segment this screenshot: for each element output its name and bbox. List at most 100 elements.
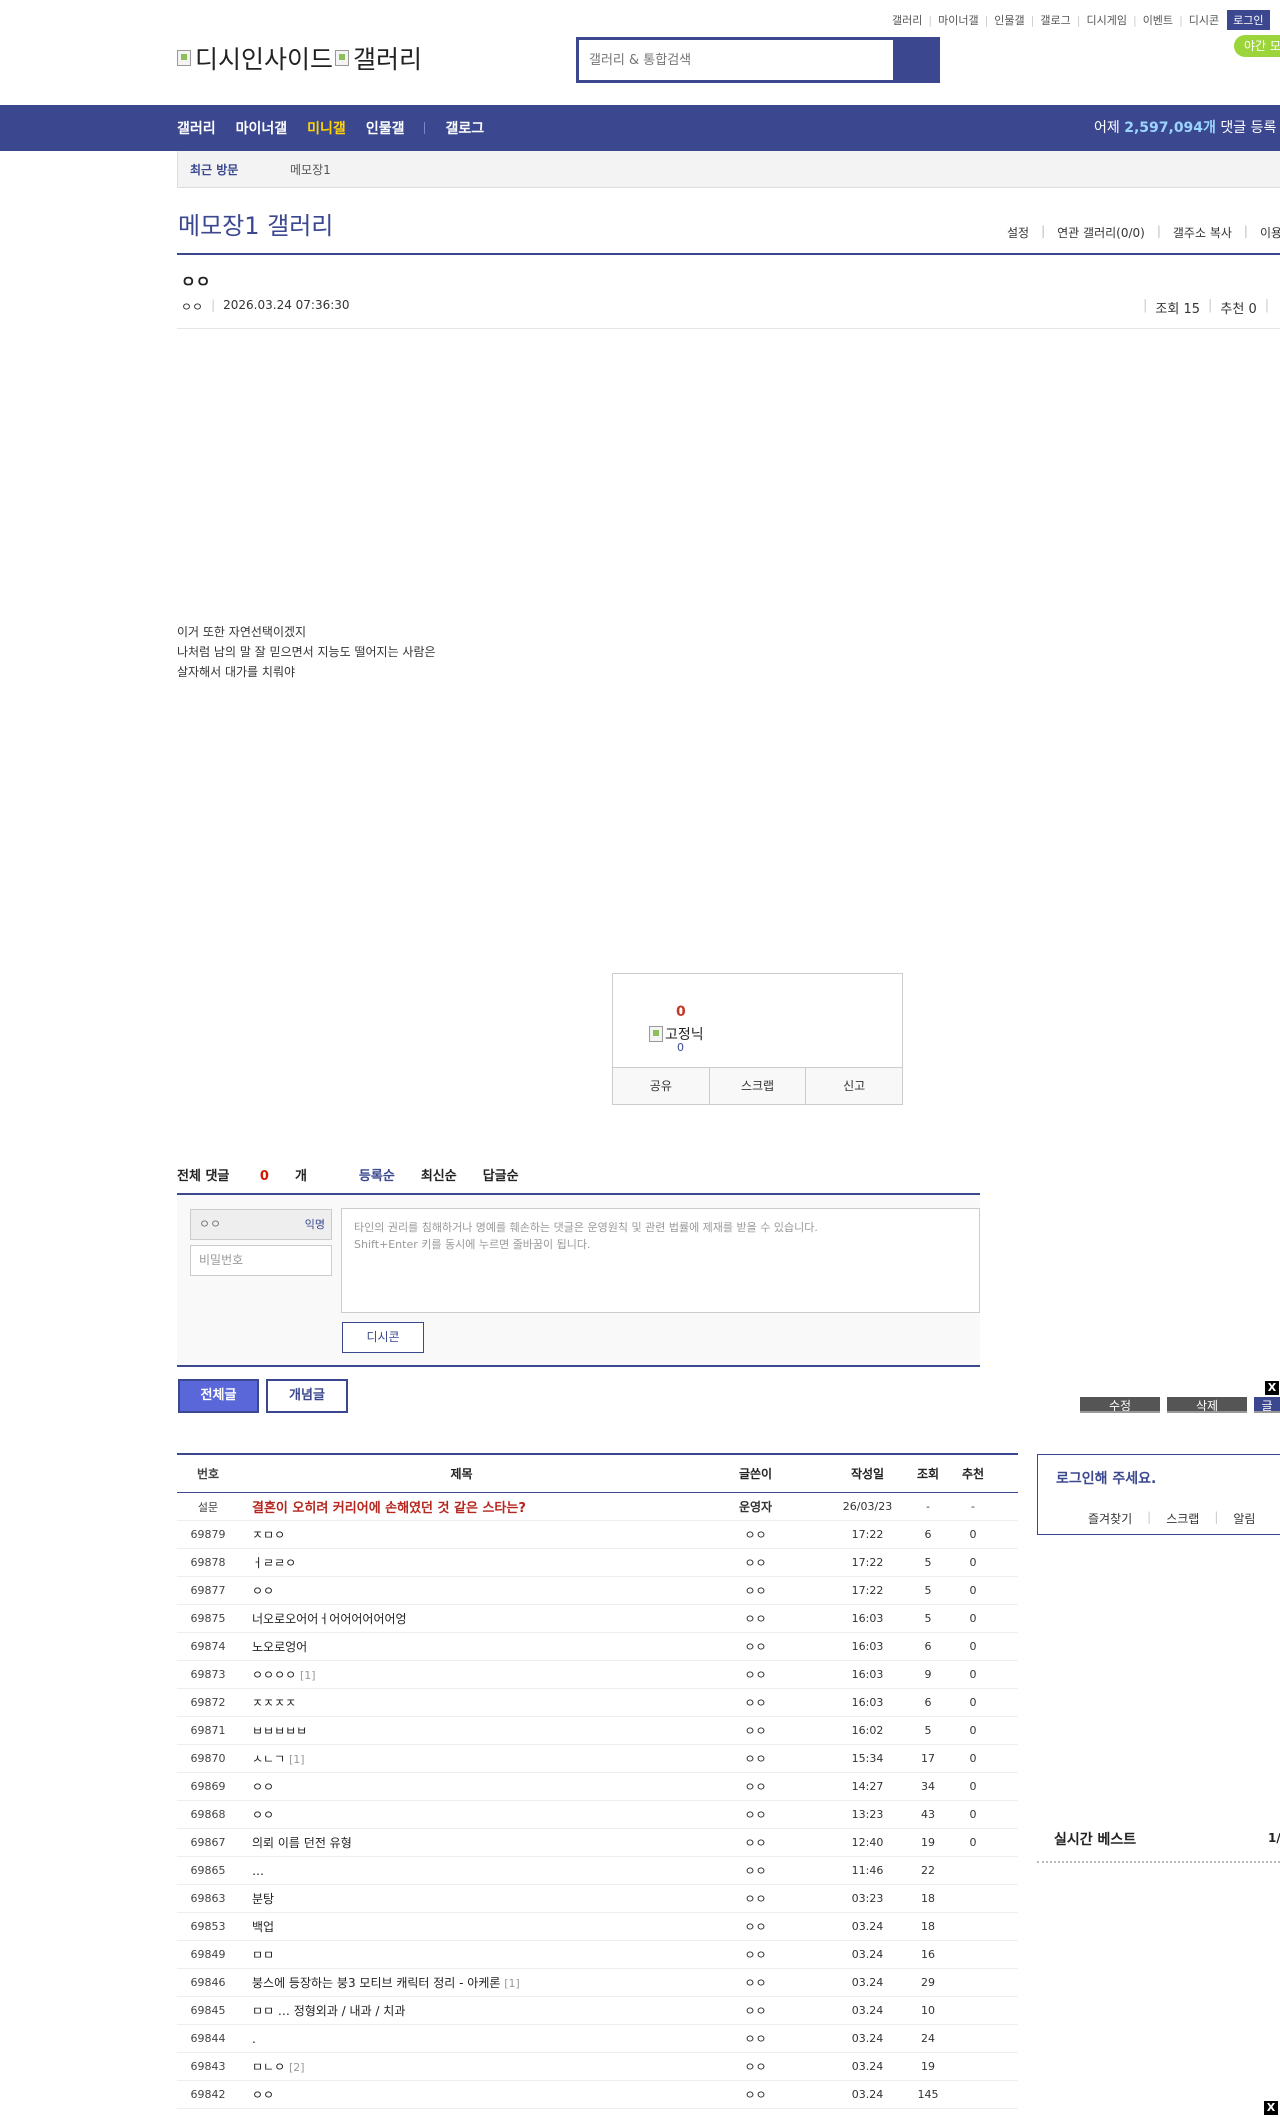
row-writer[interactable]: ㅇㅇ <box>684 1778 827 1795</box>
table-row[interactable]: 69877 ㅇㅇ ㅇㅇ 17:22 5 0 <box>177 1577 1018 1605</box>
delete-button[interactable]: 삭제 <box>1167 1397 1247 1413</box>
comment-password-field[interactable]: 비밀번호 <box>190 1245 332 1276</box>
row-writer[interactable]: ㅇㅇ <box>684 1834 827 1851</box>
row-subject[interactable]: 너오로오어어ㅓ어어어어어어엉 <box>239 1610 684 1627</box>
table-row[interactable]: 69870 ㅅㄴㄱ [1] ㅇㅇ 15:34 17 0 <box>177 1745 1018 1773</box>
row-subject[interactable]: ㅅㄴㄱ [1] <box>239 1750 684 1767</box>
row-writer[interactable]: ㅇㅇ <box>684 1666 827 1683</box>
comment-textarea[interactable]: 타인의 권리를 침해하거나 명예를 훼손하는 댓글은 운영원칙 및 관련 법률에… <box>341 1208 980 1313</box>
recent-visit-item[interactable]: 메모장1 <box>290 161 331 178</box>
notification-link[interactable]: 알림 <box>1233 1510 1255 1527</box>
table-row[interactable]: 69845 ㅁㅁ … 정형외과 / 내과 / 치과 ㅇㅇ 03.24 10 <box>177 1997 1018 2025</box>
related-galleries[interactable]: 연관 갤러리(0/0) <box>1057 224 1145 241</box>
row-writer[interactable]: ㅇㅇ <box>684 1862 827 1879</box>
site-logo[interactable]: 디시인사이드 갤러리 <box>177 40 422 76</box>
util-link-person[interactable]: 인물갤 <box>994 12 1024 28</box>
row-subject[interactable]: ㅇㅇㅇㅇ [1] <box>239 1666 684 1683</box>
util-link-dccon[interactable]: 디시콘 <box>1189 12 1219 28</box>
edit-button[interactable]: 수정 <box>1080 1397 1160 1413</box>
table-row[interactable]: 69871 ㅂㅂㅂㅂㅂ ㅇㅇ 16:02 5 0 <box>177 1717 1018 1745</box>
table-row[interactable]: 69878 ㅓㄹㄹㅇ ㅇㅇ 17:22 5 0 <box>177 1549 1018 1577</box>
favorites-link[interactable]: 즐겨찾기 <box>1088 1510 1132 1527</box>
row-subject[interactable]: ㅇㅇ <box>239 1806 684 1823</box>
row-subject[interactable]: ㅁㅁ <box>239 1946 684 1963</box>
post-author[interactable]: ㅇㅇ <box>181 298 203 315</box>
scrap-button[interactable]: 스크랩 <box>710 1068 807 1104</box>
search-button[interactable] <box>893 40 937 80</box>
util-link-gallery[interactable]: 갤러리 <box>892 12 922 28</box>
row-writer[interactable]: ㅇㅇ <box>684 1610 827 1627</box>
table-row[interactable]: 69843 ㅁㄴㅇ [2] ㅇㅇ 03.24 19 <box>177 2053 1018 2081</box>
table-row[interactable]: 69868 ㅇㅇ ㅇㅇ 13:23 43 0 <box>177 1801 1018 1829</box>
row-subject[interactable]: ㅓㄹㄹㅇ <box>239 1554 684 1571</box>
gallery-title[interactable]: 메모장1 갤러리 <box>178 206 333 241</box>
row-writer[interactable]: ㅇㅇ <box>684 1554 827 1571</box>
share-button[interactable]: 공유 <box>613 1068 710 1104</box>
recent-visit-label[interactable]: 최근 방문 <box>190 161 290 178</box>
row-writer[interactable]: ㅇㅇ <box>684 1526 827 1543</box>
util-link-event[interactable]: 이벤트 <box>1143 12 1173 28</box>
row-subject[interactable]: 의뢰 이름 던전 유형 <box>239 1834 684 1851</box>
sort-latest[interactable]: 최신순 <box>421 1165 457 1184</box>
gallery-settings[interactable]: 설정 <box>1007 224 1029 241</box>
row-subject[interactable]: ㅇㅇ <box>239 2086 684 2103</box>
close-icon[interactable]: X <box>1264 2101 1278 2115</box>
login-button[interactable]: 로그인 <box>1227 10 1270 30</box>
table-row[interactable]: 69853 백업 ㅇㅇ 03.24 18 <box>177 1913 1018 1941</box>
recommended-posts-button[interactable]: 개념글 <box>266 1379 348 1413</box>
gnb-item-mini[interactable]: 미니갤 <box>307 118 346 138</box>
search-input[interactable] <box>579 40 893 80</box>
gnb-item-person[interactable]: 인물갤 <box>366 118 405 138</box>
row-subject[interactable]: ㅈㅁㅇ <box>239 1526 684 1543</box>
table-row[interactable]: 69874 노오로엉어 ㅇㅇ 16:03 6 0 <box>177 1633 1018 1661</box>
sort-registered[interactable]: 등록순 <box>359 1165 395 1184</box>
util-link-gallog[interactable]: 갤로그 <box>1040 12 1070 28</box>
util-link-minor[interactable]: 마이너갤 <box>938 12 978 28</box>
table-row[interactable]: 69875 너오로오어어ㅓ어어어어어어엉 ㅇㅇ 16:03 5 0 <box>177 1605 1018 1633</box>
row-writer[interactable]: ㅇㅇ <box>684 2086 827 2103</box>
gallery-usage[interactable]: 이용 <box>1260 224 1280 241</box>
night-mode-toggle[interactable]: 야간 모 <box>1234 35 1280 57</box>
table-row[interactable]: 69842 ㅇㅇ ㅇㅇ 03.24 145 <box>177 2081 1018 2109</box>
notice-row[interactable]: 설문 결혼이 오히려 커리어에 손해였던 것 같은 스타는? 운영자 26/03… <box>177 1493 1018 1521</box>
row-subject[interactable]: ㅂㅂㅂㅂㅂ <box>239 1722 684 1739</box>
row-writer[interactable]: ㅇㅇ <box>684 2030 827 2047</box>
row-subject[interactable]: ㅇㅇ <box>239 1778 684 1795</box>
row-subject[interactable]: ㅁㄴㅇ [2] <box>239 2058 684 2075</box>
gnb-item-gallery[interactable]: 갤러리 <box>177 118 216 138</box>
row-subject[interactable]: . <box>239 2032 684 2046</box>
row-subject[interactable]: 노오로엉어 <box>239 1638 684 1655</box>
login-prompt[interactable]: 로그인해 주세요. <box>1056 1468 1156 1488</box>
dccon-button[interactable]: 디시콘 <box>342 1322 424 1353</box>
row-writer[interactable]: ㅇㅇ <box>684 1722 827 1739</box>
table-row[interactable]: 69865 … ㅇㅇ 11:46 22 <box>177 1857 1018 1885</box>
row-subject[interactable]: 백업 <box>239 1918 684 1935</box>
table-row[interactable]: 69846 붕스에 등장하는 붕3 모티브 캐릭터 정리 - 아케론 [1] ㅇㅇ 0… <box>177 1969 1018 1997</box>
table-row[interactable]: 69849 ㅁㅁ ㅇㅇ 03.24 16 <box>177 1941 1018 1969</box>
gnb-item-gallog[interactable]: 갤로그 <box>445 118 484 138</box>
row-writer[interactable]: ㅇㅇ <box>684 1890 827 1907</box>
row-writer[interactable]: ㅇㅇ <box>684 1946 827 1963</box>
row-writer[interactable]: ㅇㅇ <box>684 1638 827 1655</box>
report-button[interactable]: 신고 <box>806 1068 902 1104</box>
row-writer[interactable]: ㅇㅇ <box>684 1582 827 1599</box>
row-subject[interactable]: … <box>239 1864 684 1878</box>
all-posts-button[interactable]: 전체글 <box>178 1379 259 1413</box>
table-row[interactable]: 69869 ㅇㅇ ㅇㅇ 14:27 34 0 <box>177 1773 1018 1801</box>
gnb-item-minor[interactable]: 마이너갤 <box>236 118 288 138</box>
write-button[interactable]: 글 <box>1254 1397 1280 1413</box>
util-link-game[interactable]: 디시게임 <box>1086 12 1126 28</box>
row-writer[interactable]: ㅇㅇ <box>684 1974 827 1991</box>
row-writer[interactable]: ㅇㅇ <box>684 1750 827 1767</box>
copy-gallery-url[interactable]: 갤주소 복사 <box>1173 224 1232 241</box>
row-subject[interactable]: 붕스에 등장하는 붕3 모티브 캐릭터 정리 - 아케론 [1] <box>239 1974 684 1991</box>
table-row[interactable]: 69863 분탕 ㅇㅇ 03:23 18 <box>177 1885 1018 1913</box>
sort-replies[interactable]: 답글순 <box>483 1165 519 1184</box>
close-icon[interactable]: X <box>1265 1381 1279 1395</box>
row-writer[interactable]: ㅇㅇ <box>684 1694 827 1711</box>
row-subject[interactable]: ㅇㅇ <box>239 1582 684 1599</box>
table-row[interactable]: 69872 ㅈㅈㅈㅈ ㅇㅇ 16:03 6 0 <box>177 1689 1018 1717</box>
comment-name-field[interactable]: ㅇㅇ 익명 <box>190 1209 332 1240</box>
row-subject[interactable]: ㅈㅈㅈㅈ <box>239 1694 684 1711</box>
realtime-best-page[interactable]: 1/ <box>1268 1831 1280 1845</box>
